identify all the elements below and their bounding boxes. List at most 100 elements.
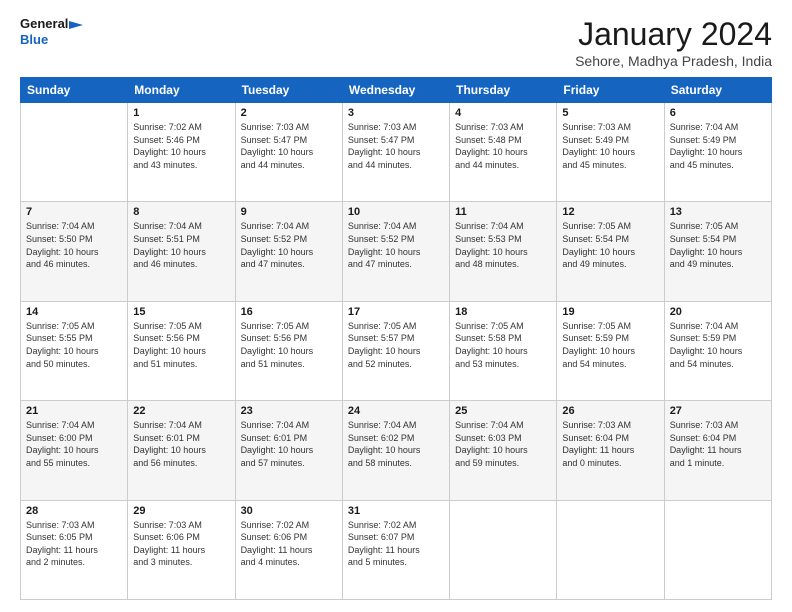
day-number: 4 [455, 107, 551, 119]
day-info: Sunrise: 7:02 AM Sunset: 5:46 PM Dayligh… [133, 121, 229, 171]
day-number: 6 [670, 107, 766, 119]
day-number: 28 [26, 505, 122, 517]
logo: General Blue [20, 16, 83, 47]
day-info: Sunrise: 7:02 AM Sunset: 6:06 PM Dayligh… [241, 519, 337, 569]
day-number: 26 [562, 405, 658, 417]
day-number: 29 [133, 505, 229, 517]
table-row: 26 Sunrise: 7:03 AM Sunset: 6:04 PM Dayli… [557, 401, 664, 500]
day-number: 30 [241, 505, 337, 517]
subtitle: Sehore, Madhya Pradesh, India [575, 53, 772, 69]
table-row: 28Sunrise: 7:03 AM Sunset: 6:05 PM Dayli… [21, 500, 128, 599]
table-row: 23 Sunrise: 7:04 AM Sunset: 6:01 PM Dayli… [235, 401, 342, 500]
table-row: 31 Sunrise: 7:02 AM Sunset: 6:07 PM Dayli… [342, 500, 449, 599]
day-number: 15 [133, 306, 229, 318]
table-row: 16Sunrise: 7:05 AM Sunset: 5:56 PM Dayli… [235, 301, 342, 400]
table-row [557, 500, 664, 599]
day-number: 25 [455, 405, 551, 417]
table-row: 7 Sunrise: 7:04 AM Sunset: 5:50 PM Daylig… [21, 202, 128, 301]
header: General Blue January 2024 Sehore, Madhya… [20, 16, 772, 69]
table-row: 4 Sunrise: 7:03 AM Sunset: 5:48 PM Daylig… [450, 103, 557, 202]
calendar-week-row: 1 Sunrise: 7:02 AM Sunset: 5:46 PM Daylig… [21, 103, 772, 202]
table-row: 9 Sunrise: 7:04 AM Sunset: 5:52 PM Daylig… [235, 202, 342, 301]
month-title: January 2024 [575, 16, 772, 53]
col-monday: Monday [128, 78, 235, 103]
day-number: 10 [348, 206, 444, 218]
table-row: 25Sunrise: 7:04 AM Sunset: 6:03 PM Dayli… [450, 401, 557, 500]
day-number: 17 [348, 306, 444, 318]
day-info: Sunrise: 7:02 AM Sunset: 6:07 PM Dayligh… [348, 519, 444, 569]
calendar-week-row: 28Sunrise: 7:03 AM Sunset: 6:05 PM Dayli… [21, 500, 772, 599]
day-info: Sunrise: 7:04 AM Sunset: 5:49 PM Dayligh… [670, 121, 766, 171]
table-row: 6 Sunrise: 7:04 AM Sunset: 5:49 PM Daylig… [664, 103, 771, 202]
col-saturday: Saturday [664, 78, 771, 103]
day-info: Sunrise: 7:03 AM Sunset: 5:47 PM Dayligh… [348, 121, 444, 171]
day-number: 11 [455, 206, 551, 218]
calendar-week-row: 7 Sunrise: 7:04 AM Sunset: 5:50 PM Daylig… [21, 202, 772, 301]
day-number: 7 [26, 206, 122, 218]
day-info: Sunrise: 7:05 AM Sunset: 5:57 PM Dayligh… [348, 320, 444, 370]
table-row: 17 Sunrise: 7:05 AM Sunset: 5:57 PM Dayli… [342, 301, 449, 400]
day-number: 22 [133, 405, 229, 417]
table-row: 8 Sunrise: 7:04 AM Sunset: 5:51 PM Daylig… [128, 202, 235, 301]
table-row: 18 Sunrise: 7:05 AM Sunset: 5:58 PM Dayli… [450, 301, 557, 400]
logo-text: General Blue [20, 16, 83, 47]
table-row: 11 Sunrise: 7:04 AM Sunset: 5:53 PM Dayli… [450, 202, 557, 301]
day-number: 18 [455, 306, 551, 318]
day-number: 19 [562, 306, 658, 318]
day-info: Sunrise: 7:05 AM Sunset: 5:54 PM Dayligh… [562, 220, 658, 270]
day-info: Sunrise: 7:04 AM Sunset: 5:51 PM Dayligh… [133, 220, 229, 270]
day-number: 14 [26, 306, 122, 318]
day-number: 20 [670, 306, 766, 318]
table-row: 3 Sunrise: 7:03 AM Sunset: 5:47 PM Daylig… [342, 103, 449, 202]
table-row [664, 500, 771, 599]
table-row: 14 Sunrise: 7:05 AM Sunset: 5:55 PM Dayli… [21, 301, 128, 400]
day-info: Sunrise: 7:05 AM Sunset: 5:58 PM Dayligh… [455, 320, 551, 370]
day-info: Sunrise: 7:04 AM Sunset: 6:02 PM Dayligh… [348, 419, 444, 469]
calendar-week-row: 21Sunrise: 7:04 AM Sunset: 6:00 PM Dayli… [21, 401, 772, 500]
day-info: Sunrise: 7:05 AM Sunset: 5:54 PM Dayligh… [670, 220, 766, 270]
calendar-table: Sunday Monday Tuesday Wednesday Thursday… [20, 77, 772, 600]
day-info: Sunrise: 7:03 AM Sunset: 5:48 PM Dayligh… [455, 121, 551, 171]
table-row: 29 Sunrise: 7:03 AM Sunset: 6:06 PM Dayli… [128, 500, 235, 599]
day-info: Sunrise: 7:03 AM Sunset: 6:06 PM Dayligh… [133, 519, 229, 569]
day-info: Sunrise: 7:04 AM Sunset: 6:00 PM Dayligh… [26, 419, 122, 469]
table-row: 10 Sunrise: 7:04 AM Sunset: 5:52 PM Dayli… [342, 202, 449, 301]
day-info: Sunrise: 7:04 AM Sunset: 5:50 PM Dayligh… [26, 220, 122, 270]
col-tuesday: Tuesday [235, 78, 342, 103]
table-row: 12Sunrise: 7:05 AM Sunset: 5:54 PM Dayli… [557, 202, 664, 301]
table-row [21, 103, 128, 202]
day-number: 27 [670, 405, 766, 417]
col-sunday: Sunday [21, 78, 128, 103]
day-info: Sunrise: 7:05 AM Sunset: 5:56 PM Dayligh… [133, 320, 229, 370]
day-info: Sunrise: 7:04 AM Sunset: 5:53 PM Dayligh… [455, 220, 551, 270]
day-number: 23 [241, 405, 337, 417]
day-info: Sunrise: 7:03 AM Sunset: 6:04 PM Dayligh… [562, 419, 658, 469]
calendar-week-row: 14 Sunrise: 7:05 AM Sunset: 5:55 PM Dayli… [21, 301, 772, 400]
col-wednesday: Wednesday [342, 78, 449, 103]
day-number: 8 [133, 206, 229, 218]
table-row: 27 Sunrise: 7:03 AM Sunset: 6:04 PM Dayli… [664, 401, 771, 500]
day-number: 13 [670, 206, 766, 218]
day-number: 9 [241, 206, 337, 218]
header-row: Sunday Monday Tuesday Wednesday Thursday… [21, 78, 772, 103]
day-info: Sunrise: 7:04 AM Sunset: 5:52 PM Dayligh… [241, 220, 337, 270]
table-row: 24 Sunrise: 7:04 AM Sunset: 6:02 PM Dayli… [342, 401, 449, 500]
day-number: 3 [348, 107, 444, 119]
day-info: Sunrise: 7:05 AM Sunset: 5:55 PM Dayligh… [26, 320, 122, 370]
day-info: Sunrise: 7:04 AM Sunset: 5:52 PM Dayligh… [348, 220, 444, 270]
table-row [450, 500, 557, 599]
table-row: 13 Sunrise: 7:05 AM Sunset: 5:54 PM Dayli… [664, 202, 771, 301]
day-number: 24 [348, 405, 444, 417]
day-info: Sunrise: 7:04 AM Sunset: 5:59 PM Dayligh… [670, 320, 766, 370]
day-number: 1 [133, 107, 229, 119]
table-row: 21Sunrise: 7:04 AM Sunset: 6:00 PM Dayli… [21, 401, 128, 500]
day-info: Sunrise: 7:04 AM Sunset: 6:01 PM Dayligh… [241, 419, 337, 469]
title-area: January 2024 Sehore, Madhya Pradesh, Ind… [575, 16, 772, 69]
day-info: Sunrise: 7:03 AM Sunset: 6:04 PM Dayligh… [670, 419, 766, 469]
day-info: Sunrise: 7:03 AM Sunset: 5:49 PM Dayligh… [562, 121, 658, 171]
day-number: 2 [241, 107, 337, 119]
day-number: 31 [348, 505, 444, 517]
page: General Blue January 2024 Sehore, Madhya… [0, 0, 792, 612]
day-info: Sunrise: 7:03 AM Sunset: 5:47 PM Dayligh… [241, 121, 337, 171]
table-row: 22Sunrise: 7:04 AM Sunset: 6:01 PM Dayli… [128, 401, 235, 500]
